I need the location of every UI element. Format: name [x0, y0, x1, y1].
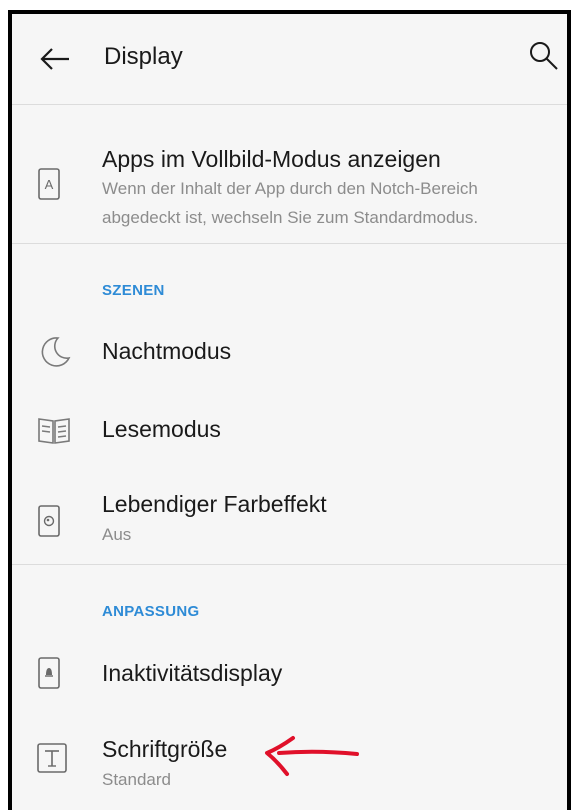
arrow-left-icon [40, 48, 69, 70]
page-title: Display [104, 43, 183, 70]
font-size-value: Standard [102, 770, 171, 789]
search-button[interactable] [527, 39, 561, 73]
app-fullscreen-icon-letter: A [45, 177, 54, 192]
ambient-display-item[interactable]: Inaktivitätsdisplay [12, 634, 567, 714]
section-divider [12, 243, 567, 244]
ambient-display-icon [36, 656, 62, 690]
vivid-color-effect-item[interactable]: Lebendiger Farbeffekt Aus [12, 469, 567, 565]
header-divider [12, 104, 567, 105]
font-size-icon [36, 742, 68, 774]
section-header-customization: ANPASSUNG [102, 603, 200, 620]
back-button[interactable] [38, 44, 72, 74]
palette-phone-icon [36, 504, 62, 538]
ambient-display-label: Inaktivitätsdisplay [102, 660, 283, 686]
night-mode-item[interactable]: Nachtmodus [12, 314, 567, 389]
vivid-color-effect-label: Lebendiger Farbeffekt [102, 491, 327, 517]
font-size-item[interactable]: Schriftgröße Standard [12, 716, 567, 810]
apps-fullscreen-item[interactable]: A Apps im Vollbild-Modus anzeigen Wenn d… [12, 134, 567, 244]
vivid-color-effect-value: Aus [102, 525, 132, 544]
apps-fullscreen-description-line1: Wenn der Inhalt der App durch den Notch-… [102, 179, 478, 198]
reading-mode-item[interactable]: Lesemodus [12, 392, 567, 467]
font-size-label: Schriftgröße [102, 736, 228, 762]
section-divider [12, 564, 567, 565]
book-icon [36, 412, 72, 448]
reading-mode-label: Lesemodus [102, 416, 221, 442]
night-mode-label: Nachtmodus [102, 338, 232, 364]
display-settings-screen: Display A Apps im Vollbild-Modus anzeige… [8, 10, 571, 810]
section-header-scenes: SZENEN [102, 282, 165, 299]
app-bar: Display [12, 14, 567, 104]
apps-fullscreen-description-line2: abgedeckt ist, wechseln Sie zum Standard… [102, 208, 479, 227]
search-icon [530, 42, 558, 70]
apps-fullscreen-label: Apps im Vollbild-Modus anzeigen [102, 146, 441, 172]
moon-icon [36, 334, 72, 370]
app-fullscreen-icon: A [36, 167, 62, 201]
